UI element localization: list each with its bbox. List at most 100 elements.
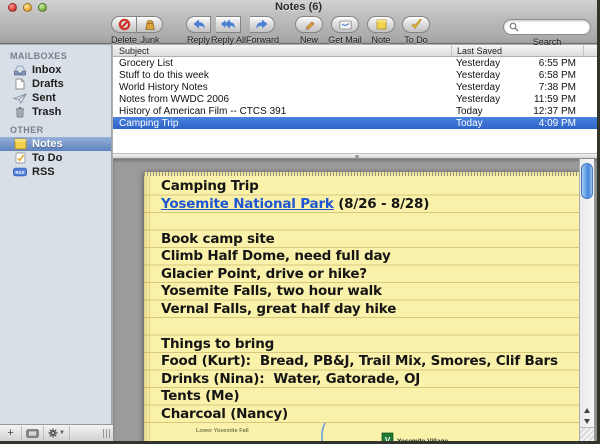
- cell-time: 6:58 PM: [538, 69, 576, 81]
- mailboxes-header: MAILBOXES: [10, 51, 68, 61]
- add-mailbox-button[interactable]: +: [0, 425, 22, 441]
- note-button[interactable]: [367, 16, 395, 33]
- note-list-row[interactable]: Stuff to do this week Yesterday 6:58 PM: [113, 69, 597, 81]
- note-text[interactable]: Camping Trip Yosemite National Park (8/2…: [161, 178, 571, 423]
- new-note-button[interactable]: [295, 16, 323, 33]
- note-margin-line: [149, 176, 150, 441]
- note-line: Book camp site: [161, 230, 275, 247]
- map-trail-line: [321, 423, 326, 441]
- note-item: Note: [366, 16, 396, 45]
- yosemite-link[interactable]: Yosemite National Park: [161, 196, 334, 212]
- get-mail-button[interactable]: [331, 16, 359, 33]
- cell-day: Today: [456, 105, 483, 117]
- scroll-up-button[interactable]: [580, 405, 594, 416]
- note-line: Drinks (Nina): Water, Gatorade, OJ: [161, 370, 421, 387]
- todo-button[interactable]: [402, 16, 430, 33]
- note-list-row[interactable]: World History Notes Yesterday 7:38 PM: [113, 81, 597, 93]
- note-line: Glacier Point, drive or hike?: [161, 265, 367, 282]
- cell-subject: Grocery List: [119, 57, 173, 69]
- other-list: Notes To Do RSS RSS: [0, 137, 111, 179]
- note-title: Camping Trip: [161, 178, 259, 194]
- delete-label: Delete: [111, 35, 138, 45]
- junk-label: Junk: [140, 35, 160, 45]
- reply-all-button[interactable]: [216, 16, 241, 33]
- search-input[interactable]: [519, 20, 583, 34]
- reply-label: Reply: [186, 35, 210, 45]
- sidebar-item-to-do[interactable]: To Do: [0, 151, 111, 165]
- cell-day: Yesterday: [456, 69, 501, 81]
- pane-toggle-button[interactable]: [22, 425, 44, 441]
- cell-time: 4:09 PM: [538, 117, 576, 129]
- note-list-row[interactable]: Notes from WWDC 2006 Yesterday 11:59 PM: [113, 93, 597, 105]
- junk-bag-icon: [144, 19, 155, 30]
- search-field[interactable]: [503, 19, 591, 35]
- new-label: New: [299, 35, 318, 45]
- column-last-saved[interactable]: Last Saved: [451, 45, 583, 56]
- todo-list-icon: [13, 152, 27, 164]
- picture-pane-icon: [26, 428, 39, 438]
- reply-arrow-icon: [193, 19, 205, 29]
- sidebar: MAILBOXES Inbox Drafts Sent Trash OTHER Not…: [0, 45, 112, 424]
- arrow-down-icon: [584, 419, 590, 424]
- action-menu-button[interactable]: ▼: [44, 425, 70, 441]
- note-list-row[interactable]: Grocery List Yesterday 6:55 PM: [113, 57, 597, 69]
- note-label: Note: [371, 35, 391, 45]
- sidebar-item-label: Sent: [32, 92, 56, 104]
- todo-item: To Do: [400, 16, 432, 45]
- column-subject[interactable]: Subject: [113, 45, 451, 56]
- sidebar-item-trash[interactable]: Trash: [0, 105, 111, 119]
- main-pane: Subject Last Saved Grocery List Yesterday…: [113, 45, 597, 441]
- new-item: New: [294, 16, 324, 45]
- note-line: [161, 318, 571, 336]
- get-mail-item: Get Mail: [328, 16, 362, 45]
- note-line: Vernal Falls, great half day hike: [161, 300, 397, 317]
- reply-all-arrow-icon: [221, 19, 235, 29]
- reply-all-label: Reply All: [211, 35, 247, 45]
- screenshot-stage: Notes (6) Delete Junk Reply Reply All Fo…: [0, 0, 600, 444]
- drafts-icon: [13, 78, 27, 90]
- note-line: [161, 213, 571, 231]
- mailboxes-list: Inbox Drafts Sent Trash: [0, 63, 111, 119]
- forward-button[interactable]: [250, 16, 276, 33]
- scroll-down-button[interactable]: [580, 416, 594, 427]
- forward-label: Forward: [246, 35, 280, 45]
- sidebar-item-drafts[interactable]: Drafts: [0, 77, 111, 91]
- cell-time: 6:55 PM: [538, 57, 576, 69]
- get-mail-label: Get Mail: [328, 35, 362, 45]
- sidebar-item-sent[interactable]: Sent: [0, 91, 111, 105]
- map-label-small: Lower Yosemite Fall: [196, 428, 249, 434]
- checkmark-icon: [411, 19, 422, 29]
- note-torn-edge: [144, 172, 579, 176]
- junk-button[interactable]: [137, 16, 164, 33]
- header-corner: [583, 45, 597, 56]
- sidebar-item-label: Notes: [32, 138, 63, 150]
- plus-icon: +: [7, 427, 14, 439]
- chevron-down-icon: ▼: [59, 430, 65, 436]
- titlebar[interactable]: Notes (6): [0, 0, 597, 14]
- note-line: Things to bring: [161, 335, 275, 352]
- cell-time: 12:37 PM: [533, 105, 576, 117]
- sidebar-item-label: Trash: [32, 106, 62, 118]
- delete-button[interactable]: [111, 16, 137, 33]
- note-list-row[interactable]: Camping Trip Today 4:09 PM: [113, 117, 597, 129]
- svg-text:RSS: RSS: [15, 170, 24, 175]
- sidebar-item-rss[interactable]: RSS RSS: [0, 165, 111, 179]
- note-paper[interactable]: Camping Trip Yosemite National Park (8/2…: [144, 172, 579, 441]
- search-area: Search: [503, 19, 591, 47]
- sidebar-item-notes[interactable]: Notes: [0, 137, 111, 151]
- pane-resize-handle[interactable]: [103, 428, 112, 438]
- sidebar-item-inbox[interactable]: Inbox: [0, 63, 111, 77]
- window-chrome: Notes (6) Delete Junk Reply Reply All Fo…: [0, 0, 597, 47]
- sticky-note-icon: [376, 19, 386, 30]
- other-header: OTHER: [10, 125, 44, 135]
- sidebar-item-label: Drafts: [32, 78, 64, 90]
- reply-button[interactable]: [186, 16, 211, 33]
- scrollbar-thumb[interactable]: [581, 163, 593, 199]
- window-resize-grip[interactable]: [580, 427, 594, 441]
- note-date-range: (8/26 - 8/28): [333, 195, 430, 212]
- note-scrollbar[interactable]: [579, 159, 594, 441]
- sidebar-item-label: RSS: [32, 166, 55, 178]
- scrollbar-arrows: [580, 405, 594, 427]
- embedded-map-image: Lower Yosemite Fall V Yosemite Village: [196, 423, 448, 441]
- note-list-row[interactable]: History of American Film -- CTCS 391 Toda…: [113, 105, 597, 117]
